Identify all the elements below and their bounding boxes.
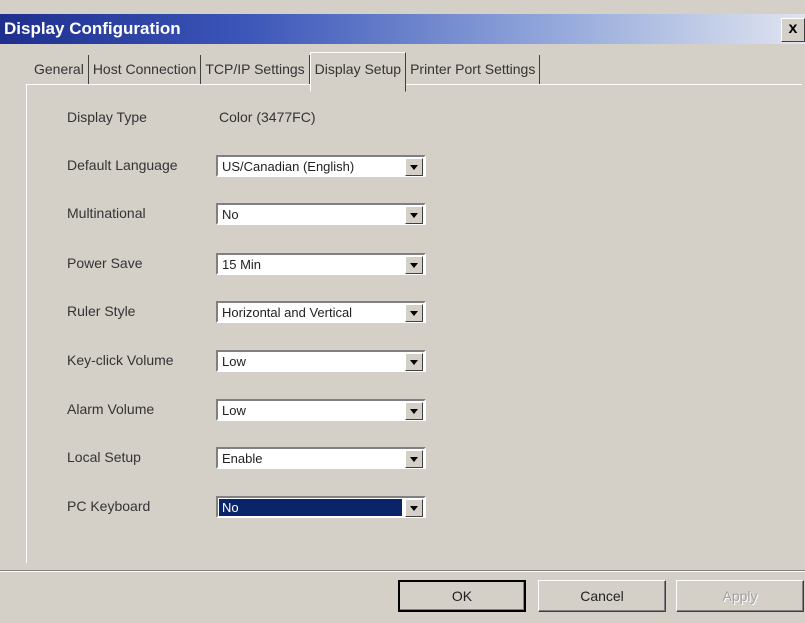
tab-tcpip-settings[interactable]: TCP/IP Settings <box>201 55 310 85</box>
alarm-volume-value: Low <box>222 403 246 418</box>
tab-host-connection[interactable]: Host Connection <box>89 55 202 85</box>
window-title: Display Configuration <box>4 19 181 38</box>
power-save-select[interactable]: 15 Min <box>216 253 426 275</box>
close-button[interactable]: x <box>781 18 805 42</box>
local-setup-select[interactable]: Enable <box>216 447 426 469</box>
ruler-style-value: Horizontal and Vertical <box>222 305 353 320</box>
tab-display-setup[interactable]: Display Setup <box>309 52 407 92</box>
chevron-down-icon[interactable] <box>405 206 423 224</box>
cancel-button[interactable]: Cancel <box>538 580 666 612</box>
pc-keyboard-label: PC Keyboard <box>67 498 151 514</box>
power-save-label: Power Save <box>67 255 143 271</box>
ruler-style-label: Ruler Style <box>67 303 136 319</box>
tab-general[interactable]: General <box>30 55 89 85</box>
pc-keyboard-value: No <box>219 499 402 516</box>
chevron-down-icon[interactable] <box>405 256 423 274</box>
power-save-value: 15 Min <box>222 257 262 272</box>
title-bar: Display Configuration x <box>0 14 805 44</box>
default-language-select[interactable]: US/Canadian (English) <box>216 155 426 177</box>
display-setup-panel: Display Type Color (3477FC) Default Lang… <box>26 84 802 563</box>
chevron-down-icon[interactable] <box>405 158 423 176</box>
display-type-label: Display Type <box>67 109 147 125</box>
key-click-volume-label: Key-click Volume <box>67 352 174 368</box>
ruler-style-select[interactable]: Horizontal and Vertical <box>216 301 426 323</box>
pc-keyboard-select[interactable]: No <box>216 496 426 518</box>
chevron-down-icon[interactable] <box>405 304 423 322</box>
chevron-down-icon[interactable] <box>405 402 423 420</box>
chevron-down-icon[interactable] <box>405 353 423 371</box>
chevron-down-icon[interactable] <box>405 450 423 468</box>
default-language-label: Default Language <box>67 157 178 173</box>
button-separator <box>0 570 805 572</box>
alarm-volume-select[interactable]: Low <box>216 399 426 421</box>
key-click-volume-select[interactable]: Low <box>216 350 426 372</box>
key-click-volume-value: Low <box>222 354 246 369</box>
multinational-select[interactable]: No <box>216 203 426 225</box>
ok-button[interactable]: OK <box>398 580 526 612</box>
close-icon: x <box>788 20 798 37</box>
multinational-value: No <box>222 207 239 222</box>
tab-strip: General Host Connection TCP/IP Settings … <box>30 52 541 92</box>
chevron-down-icon[interactable] <box>405 499 423 517</box>
alarm-volume-label: Alarm Volume <box>67 401 155 417</box>
default-language-value: US/Canadian (English) <box>222 159 355 174</box>
apply-button[interactable]: Apply <box>676 580 804 612</box>
local-setup-value: Enable <box>222 451 263 466</box>
display-type-value: Color (3477FC) <box>219 109 316 125</box>
local-setup-label: Local Setup <box>67 449 141 465</box>
multinational-label: Multinational <box>67 205 146 221</box>
tab-printer-port-settings[interactable]: Printer Port Settings <box>406 55 541 85</box>
